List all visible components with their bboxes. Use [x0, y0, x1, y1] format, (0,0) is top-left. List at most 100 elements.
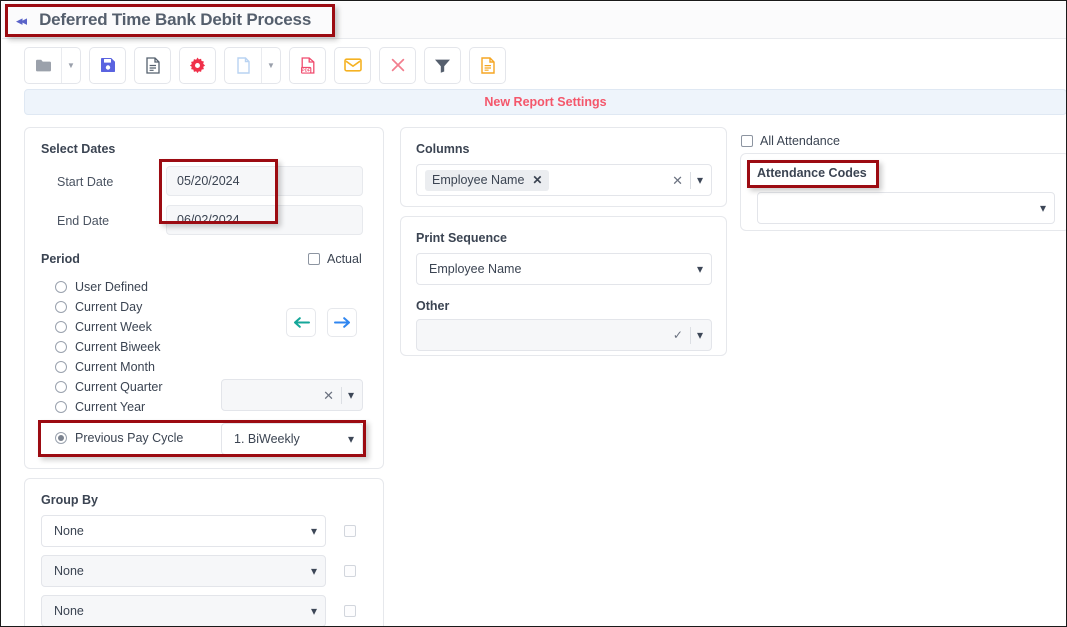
group-by-select-3[interactable]: None ▾ [41, 595, 326, 626]
pdf-icon: PDF [300, 56, 315, 74]
chip-remove-icon[interactable]: ✕ [532, 173, 542, 187]
export-pdf-button[interactable]: PDF [289, 46, 326, 84]
folder-dropdown-arrow-icon[interactable]: ▼ [61, 47, 80, 83]
chevron-down-icon[interactable]: ▾ [1034, 202, 1046, 214]
group-by-value-3: None [54, 604, 84, 618]
group-by-checkbox-2[interactable] [344, 565, 356, 577]
print-sequence-title: Print Sequence [416, 231, 507, 245]
columns-clear-icon[interactable]: ✕ [665, 174, 690, 187]
other-label: Other [416, 299, 450, 313]
settings-button[interactable] [179, 46, 216, 84]
funnel-icon [434, 58, 451, 73]
radio-button[interactable] [55, 401, 67, 413]
radio-current-day[interactable]: Current Day [55, 297, 255, 317]
folder-icon [25, 48, 61, 83]
select-dates-title: Select Dates [41, 142, 116, 156]
radio-current-biweek[interactable]: Current Biweek [55, 337, 255, 357]
radio-label: Current Month [75, 360, 155, 374]
open-folder-button[interactable]: ▼ [24, 46, 81, 84]
radio-current-week[interactable]: Current Week [55, 317, 255, 337]
title-bar: ◂◂ Deferred Time Bank Debit Process [2, 2, 1066, 39]
report-button[interactable] [134, 46, 171, 84]
attendance-codes-label: Attendance Codes [757, 166, 867, 180]
columns-multiselect[interactable]: Employee Name ✕ ✕ ▾ [416, 164, 712, 196]
chevron-down-icon[interactable]: ▾ [305, 565, 317, 577]
next-period-button[interactable] [327, 308, 357, 337]
group-by-checkbox-1[interactable] [344, 525, 356, 537]
envelope-icon [343, 58, 362, 72]
start-date-label: Start Date [57, 175, 114, 189]
columns-chip-employee-name[interactable]: Employee Name ✕ [425, 169, 550, 191]
group-by-panel: Group By None ▾ None ▾ None ▾ [24, 478, 384, 626]
arrow-right-icon [333, 317, 351, 328]
all-attendance-checkbox[interactable] [741, 135, 753, 147]
actual-label: Actual [327, 252, 362, 266]
period-clear-icon[interactable]: ✕ [316, 389, 341, 402]
columns-title: Columns [416, 142, 470, 156]
banner-label: New Report Settings [484, 95, 607, 109]
radio-label: User Defined [75, 280, 148, 294]
actual-checkbox[interactable] [308, 253, 320, 265]
radio-label: Current Day [75, 300, 143, 314]
double-left-arrow-icon[interactable]: ◂◂ [16, 14, 27, 27]
select-dates-panel: Select Dates Start Date 05/20/2024 End D… [24, 127, 384, 469]
chip-label: Employee Name [432, 173, 525, 187]
radio-button[interactable] [55, 281, 67, 293]
toolbar: ▼ ▼ PDF [24, 45, 506, 85]
end-date-label: End Date [57, 214, 110, 228]
chevron-down-icon[interactable]: ▾ [691, 329, 703, 341]
page-title: Deferred Time Bank Debit Process [39, 10, 312, 29]
check-icon[interactable]: ✓ [666, 329, 690, 341]
export-file-button[interactable] [469, 46, 506, 84]
chevron-down-icon[interactable]: ▾ [305, 605, 317, 617]
group-by-select-2[interactable]: None ▾ [41, 555, 326, 587]
new-report-settings-banner: New Report Settings [24, 89, 1066, 115]
all-attendance-checkbox-row[interactable]: All Attendance [741, 134, 840, 148]
group-by-value-2: None [54, 564, 84, 578]
radio-previous-pay-cycle[interactable]: Previous Pay Cycle [55, 428, 183, 448]
gear-icon [189, 57, 206, 74]
filter-button[interactable] [424, 46, 461, 84]
chevron-down-icon[interactable]: ▾ [342, 433, 354, 445]
radio-button[interactable] [55, 381, 67, 393]
save-disk-icon [100, 57, 116, 73]
radio-user-defined[interactable]: User Defined [55, 277, 255, 297]
new-document-dropdown-arrow-icon[interactable]: ▼ [261, 47, 280, 83]
period-select[interactable]: ✕ ▾ [221, 379, 363, 411]
radio-button[interactable] [55, 321, 67, 333]
radio-label: Current Biweek [75, 340, 161, 354]
radio-label: Current Quarter [75, 380, 163, 394]
delete-button[interactable] [379, 46, 416, 84]
end-date-input[interactable]: 06/02/2024 [166, 205, 363, 235]
actual-checkbox-row[interactable]: Actual [308, 252, 362, 266]
chevron-down-icon[interactable]: ▾ [342, 389, 354, 401]
chevron-down-icon[interactable]: ▾ [305, 525, 317, 537]
email-button[interactable] [334, 46, 371, 84]
close-x-icon [391, 58, 405, 72]
pay-cycle-select[interactable]: 1. BiWeekly ▾ [221, 423, 363, 455]
chevron-down-icon[interactable]: ▾ [691, 174, 703, 186]
radio-label: Current Year [75, 400, 146, 414]
radio-button[interactable] [55, 301, 67, 313]
print-sequence-select[interactable]: Employee Name ▾ [416, 253, 712, 285]
period-title: Period [41, 252, 80, 266]
radio-button[interactable] [55, 361, 67, 373]
document-orange-icon [480, 56, 495, 74]
start-date-input[interactable]: 05/20/2024 [166, 166, 363, 196]
save-button[interactable] [89, 46, 126, 84]
group-by-checkbox-3[interactable] [344, 605, 356, 617]
previous-period-button[interactable] [286, 308, 316, 337]
radio-label: Previous Pay Cycle [75, 431, 184, 445]
new-document-button[interactable]: ▼ [224, 46, 281, 84]
chevron-down-icon[interactable]: ▾ [691, 263, 703, 275]
radio-button[interactable] [55, 341, 67, 353]
all-attendance-label: All Attendance [760, 134, 840, 148]
blank-page-icon [225, 48, 261, 83]
document-lines-icon [145, 56, 160, 74]
other-select[interactable]: ✓ ▾ [416, 319, 712, 351]
report-settings-screen: ◂◂ Deferred Time Bank Debit Process ▼ ▼ … [0, 0, 1067, 627]
attendance-codes-select[interactable]: ▾ [757, 192, 1055, 224]
group-by-select-1[interactable]: None ▾ [41, 515, 326, 547]
radio-button[interactable] [55, 432, 67, 444]
radio-current-month[interactable]: Current Month [55, 357, 255, 377]
